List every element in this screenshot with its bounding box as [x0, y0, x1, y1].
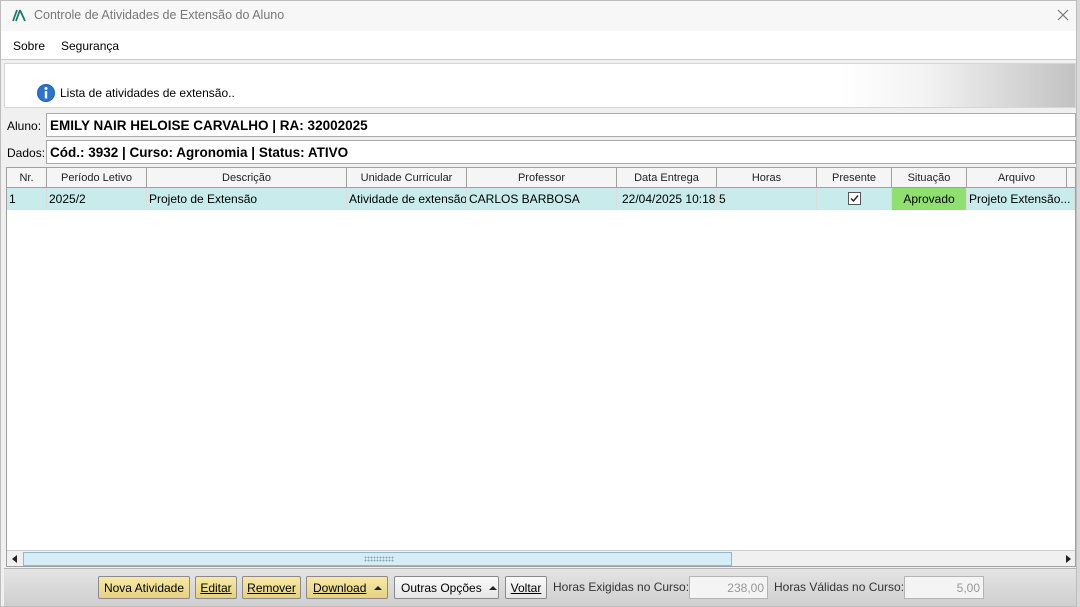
cell-horas: 5 [717, 188, 817, 210]
column-header-horas[interactable]: Horas [717, 168, 817, 188]
menu-bar: Sobre Segurança [1, 31, 1076, 60]
column-header-descricao[interactable]: Descrição [147, 168, 347, 188]
dados-label: Dados: [7, 146, 46, 160]
column-header-situacao[interactable]: Situação [892, 168, 967, 188]
info-text: Lista de atividades de extensão.. [60, 86, 235, 100]
voltar-label: Voltar [510, 581, 542, 595]
aluno-label: Aluno: [7, 119, 42, 133]
nova-atividade-label: Nova Atividade [103, 581, 185, 595]
nova-atividade-button[interactable]: Nova Atividade [98, 576, 190, 599]
presente-checkbox[interactable] [848, 192, 861, 205]
checkmark-icon [850, 195, 859, 203]
cell-periodo: 2025/2 [47, 188, 147, 210]
aluno-field: EMILY NAIR HELOISE CARVALHO | RA: 320020… [46, 113, 1076, 137]
column-header-data[interactable]: Data Entrega [617, 168, 717, 188]
horas-validas-label: Horas Válidas no Curso: [774, 580, 905, 594]
cell-descricao: Projeto de Extensão [147, 188, 347, 210]
column-header-arquivo[interactable]: Arquivo [967, 168, 1067, 188]
download-label: Download [313, 581, 367, 595]
menu-sobre[interactable]: Sobre [13, 39, 45, 53]
cell-nr: 1 [7, 188, 47, 210]
header-panel: Lista de atividades de extensão.. [4, 63, 1076, 108]
scroll-left-icon[interactable] [9, 553, 21, 565]
column-header-nr[interactable]: Nr. [7, 168, 47, 188]
horas-validas-field: 5,00 [904, 576, 984, 599]
scrollbar-grip [364, 556, 394, 562]
main-window: Controle de Atividades de Extensão do Al… [0, 0, 1077, 607]
outras-opcoes-label: Outras Opções [401, 581, 482, 595]
scroll-right-icon[interactable] [1062, 553, 1074, 565]
grid-header: Nr. Período Letivo Descrição Unidade Cur… [7, 168, 1075, 188]
dados-field: Cód.: 3932 | Curso: Agronomia | Status: … [46, 140, 1076, 164]
cell-professor: CARLOS BARBOSA [467, 188, 617, 210]
remover-button[interactable]: Remover [242, 576, 301, 599]
title-bar: Controle de Atividades de Extensão do Al… [1, 1, 1076, 31]
caret-up-icon [373, 586, 382, 590]
editar-button[interactable]: Editar [195, 576, 237, 599]
remover-label: Remover [247, 581, 296, 595]
horas-exigidas-field: 238,00 [689, 576, 768, 599]
column-header-unidade[interactable]: Unidade Curricular [347, 168, 467, 188]
column-header-periodo[interactable]: Período Letivo [47, 168, 147, 188]
voltar-button[interactable]: Voltar [505, 576, 547, 599]
editar-label: Editar [200, 581, 232, 595]
column-header-professor[interactable]: Professor [467, 168, 617, 188]
horas-exigidas-label: Horas Exigidas no Curso: [553, 580, 690, 594]
column-header-presente[interactable]: Presente [817, 168, 892, 188]
cell-arquivo[interactable]: Projeto Extensão... [967, 188, 1075, 210]
cell-data: 22/04/2025 10:18 [617, 188, 717, 210]
menu-seguranca[interactable]: Segurança [61, 39, 119, 53]
window-title: Controle de Atividades de Extensão do Al… [34, 8, 285, 22]
app-logo-icon [12, 9, 26, 22]
activities-grid[interactable]: Nr. Período Letivo Descrição Unidade Cur… [6, 167, 1076, 567]
horizontal-scrollbar[interactable] [7, 550, 1075, 566]
table-row[interactable]: 1 2025/2 Projeto de Extensão Atividade d… [7, 188, 1075, 210]
cell-unidade: Atividade de extensão [347, 188, 467, 210]
info-icon [37, 84, 55, 102]
close-icon[interactable] [1055, 7, 1071, 23]
outras-opcoes-button[interactable]: Outras Opções [394, 576, 499, 599]
cell-situacao-badge: Aprovado [892, 188, 967, 210]
download-button[interactable]: Download [306, 576, 388, 599]
scrollbar-thumb[interactable] [23, 552, 732, 566]
cell-presente [817, 188, 892, 210]
caret-up-icon [489, 586, 498, 590]
bottom-toolbar: Nova Atividade Editar Remover Download O… [4, 568, 1076, 606]
